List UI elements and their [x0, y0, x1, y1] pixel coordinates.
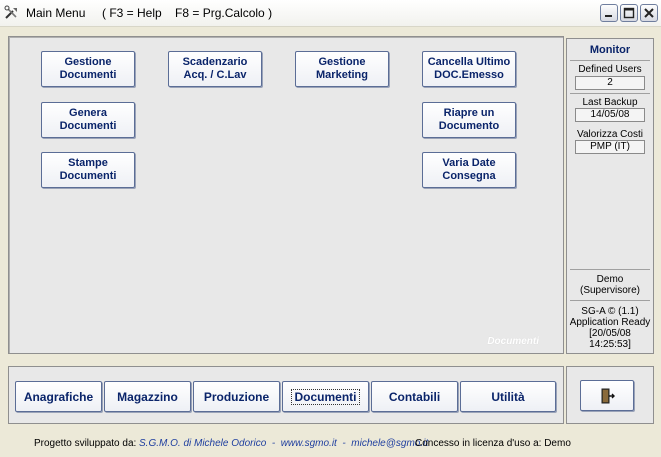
button-label-line2: Documenti	[59, 120, 117, 132]
last-backup-label: Last Backup	[582, 97, 638, 108]
tools-icon[interactable]	[4, 5, 20, 21]
exit-button[interactable]	[580, 380, 634, 411]
title-bar: Main Menu ( F3 = Help F8 = Prg.Calcolo )	[0, 0, 661, 27]
tab-label: Documenti	[291, 388, 360, 405]
button-label-line2: Documento	[438, 120, 500, 132]
status-date: [20/05/08	[589, 328, 631, 339]
close-icon	[644, 8, 654, 18]
button-label-line1: Riapre un	[443, 107, 495, 119]
scadenzario-button[interactable]: Scadenzario Acq. / C.Lav	[168, 51, 262, 87]
footer-credit-link[interactable]: S.G.M.O. di Michele Odorico - www.sgmo.i…	[139, 438, 428, 449]
stampe-documenti-button[interactable]: Stampe Documenti	[41, 152, 135, 188]
main-menu-window: Main Menu ( F3 = Help F8 = Prg.Calcolo )…	[0, 0, 661, 457]
defined-users-label: Defined Users	[578, 64, 642, 75]
button-label-line2: DOC.Emesso	[434, 69, 504, 81]
tab-label: Magazzino	[117, 389, 178, 404]
monitor-panel: Monitor Defined Users 2 Last Backup 14/0…	[566, 38, 654, 354]
exit-panel	[566, 366, 654, 424]
minimize-button[interactable]	[600, 4, 618, 22]
status-time: 14:25:53]	[589, 339, 631, 350]
last-backup-value: 14/05/08	[575, 108, 645, 122]
user-role: (Supervisore)	[579, 285, 641, 296]
button-label-line2: Documenti	[59, 69, 117, 81]
button-label-line2: Marketing	[316, 69, 368, 81]
maximize-button[interactable]	[620, 4, 638, 22]
button-label-line1: Cancella Ultimo	[427, 56, 511, 68]
riapre-documento-button[interactable]: Riapre un Documento	[422, 102, 516, 138]
tab-label: Contabili	[388, 389, 441, 404]
button-label-line1: Gestione	[64, 56, 112, 68]
button-label-line2: Acq. / C.Lav	[183, 69, 247, 81]
divider	[570, 60, 650, 61]
button-label-line1: Genera	[69, 107, 107, 119]
monitor-title: Monitor	[589, 44, 631, 56]
button-label-line1: Stampe	[68, 157, 108, 169]
tab-contabili[interactable]: Contabili	[371, 381, 458, 412]
maximize-icon	[623, 7, 635, 19]
section-watermark: Documenti	[487, 336, 539, 347]
function-panel: Gestione Documenti Scadenzario Acq. / C.La…	[8, 36, 564, 354]
valorizza-costi-value: PMP (IT)	[575, 140, 645, 154]
divider	[570, 93, 650, 94]
genera-documenti-button[interactable]: Genera Documenti	[41, 102, 135, 138]
tab-anagrafiche[interactable]: Anagrafiche	[15, 381, 102, 412]
cancella-ultimo-button[interactable]: Cancella Ultimo DOC.Emesso	[422, 51, 516, 87]
close-button[interactable]	[640, 4, 658, 22]
defined-users-value: 2	[575, 76, 645, 90]
button-label-line2: Documenti	[59, 170, 117, 182]
varia-date-consegna-button[interactable]: Varia Date Consegna	[422, 152, 516, 188]
divider	[570, 300, 650, 301]
window-title: Main Menu	[26, 6, 86, 20]
tab-produzione[interactable]: Produzione	[193, 381, 280, 412]
footer-prefix: Progetto sviluppato da:	[34, 438, 137, 449]
button-label-line2: Consegna	[442, 170, 496, 182]
version-text: SG-A © (1.1)	[581, 306, 639, 317]
valorizza-costi-label: Valorizza Costi	[577, 129, 643, 140]
divider	[570, 269, 650, 270]
footer-license: Concesso in licenza d'uso a: Demo	[415, 438, 571, 449]
tab-label: Produzione	[203, 389, 270, 404]
tab-magazzino[interactable]: Magazzino	[104, 381, 191, 412]
exit-door-icon	[601, 388, 615, 404]
gestione-documenti-button[interactable]: Gestione Documenti	[41, 51, 135, 87]
shortcut-hint: ( F3 = Help F8 = Prg.Calcolo )	[102, 6, 273, 20]
gestione-marketing-button[interactable]: Gestione Marketing	[295, 51, 389, 87]
button-label-line1: Scadenzario	[182, 56, 248, 68]
module-nav: Anagrafiche Magazzino Produzione Documen…	[8, 366, 564, 424]
status-text: Application Ready	[569, 317, 651, 328]
tab-utilita[interactable]: Utilità	[460, 381, 556, 412]
button-label-line1: Varia Date	[442, 157, 496, 169]
tab-documenti[interactable]: Documenti	[282, 381, 369, 412]
tab-label: Anagrafiche	[23, 389, 94, 404]
user-name: Demo	[596, 274, 624, 285]
minimize-icon	[605, 15, 612, 17]
button-label-line1: Gestione	[318, 56, 366, 68]
tab-label: Utilità	[491, 389, 525, 404]
